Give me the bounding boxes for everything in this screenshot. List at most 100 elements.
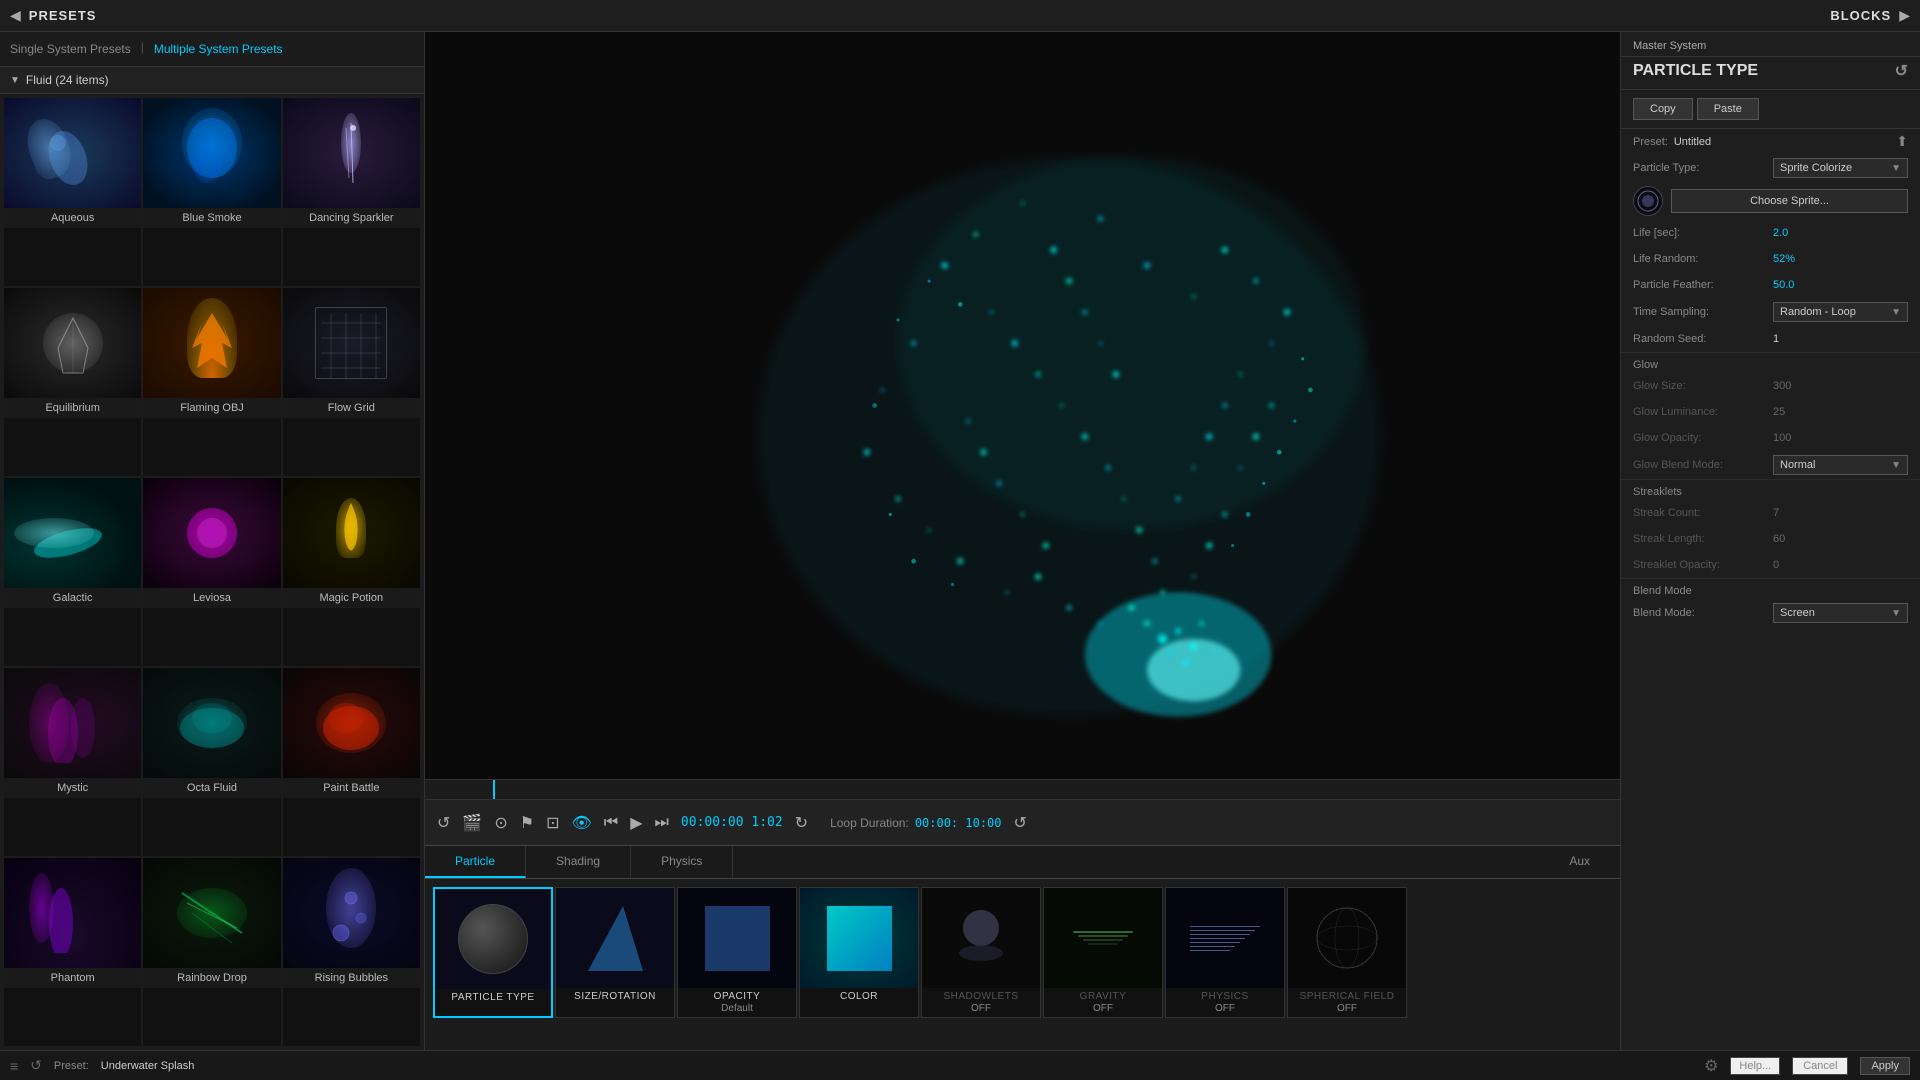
copy-button[interactable]: Copy (1633, 98, 1693, 120)
preset-item-galactic[interactable]: Galactic (4, 478, 141, 666)
module-opacity[interactable]: OPACITY Default (677, 887, 797, 1018)
preset-item-phantom[interactable]: Phantom (4, 858, 141, 1046)
glow-blend-dropdown[interactable]: Normal ▼ (1773, 455, 1908, 475)
presets-title: PRESETS (29, 8, 97, 23)
collapse-button[interactable]: ▶ (1899, 7, 1910, 24)
loop-icon[interactable]: ↻ (795, 813, 808, 833)
tab-physics[interactable]: Physics (631, 846, 733, 878)
preset-item-paint[interactable]: Paint Battle (283, 668, 420, 856)
particle-type-dropdown[interactable]: Sprite Colorize ▼ (1773, 158, 1908, 178)
streak-count-value[interactable]: 7 (1773, 507, 1908, 519)
life-random-value[interactable]: 52% (1773, 253, 1908, 265)
module-spherical[interactable]: SPHERICAL FIELD OFF (1287, 887, 1407, 1018)
preset-item-aqueous[interactable]: Aqueous (4, 98, 141, 286)
preset-label-flowgrid: Flow Grid (283, 398, 420, 418)
glow-size-row: Glow Size: 300 (1621, 373, 1920, 399)
paste-button[interactable]: Paste (1697, 98, 1759, 120)
module-size-rotation[interactable]: SIZE/ROTATION (555, 887, 675, 1018)
cancel-button-status[interactable]: Cancel (1792, 1057, 1848, 1075)
choose-sprite-button[interactable]: Choose Sprite... (1671, 189, 1908, 213)
loop-label: Loop Duration: (830, 816, 909, 830)
glow-luminance-value[interactable]: 25 (1773, 406, 1908, 418)
back-button[interactable]: ◀ (10, 7, 21, 24)
preset-item-flaming[interactable]: Flaming OBJ (143, 288, 280, 476)
loop-reset-button[interactable]: ↺ (1014, 813, 1027, 833)
glow-size-value[interactable]: 300 (1773, 380, 1908, 392)
preset-item-flowgrid[interactable]: Flow Grid (283, 288, 420, 476)
time-sampling-select[interactable]: Random - Loop ▼ (1773, 302, 1908, 322)
preset-item-octa[interactable]: Octa Fluid (143, 668, 280, 856)
glow-blend-row: Glow Blend Mode: Normal ▼ (1621, 451, 1920, 479)
time-sampling-dropdown[interactable]: Random - Loop ▼ (1773, 302, 1908, 322)
next-button[interactable]: ⏭ (655, 814, 669, 832)
timeline-indicator (493, 780, 495, 799)
preset-label-rising: Rising Bubbles (283, 968, 420, 988)
module-physics[interactable]: PHYSICS OFF (1165, 887, 1285, 1018)
preset-save-button[interactable]: ⬆ (1896, 133, 1908, 150)
multi-system-tab[interactable]: Multiple System Presets (154, 40, 283, 58)
module-sublabel-size (613, 1003, 617, 1006)
random-seed-label: Random Seed: (1633, 333, 1773, 345)
help-button[interactable]: Help... (1730, 1057, 1780, 1075)
particle-type-select[interactable]: Sprite Colorize ▼ (1773, 158, 1908, 178)
preset-item-mystic[interactable]: Mystic (4, 668, 141, 856)
module-label-physics: PHYSICS (1199, 988, 1250, 1003)
tab-particle[interactable]: Particle (425, 846, 526, 878)
prev-button[interactable]: ⏮ (604, 814, 618, 832)
life-random-row: Life Random: 52% (1621, 246, 1920, 272)
camera-button[interactable]: 🎬 (462, 813, 482, 833)
preset-item-blue-smoke[interactable]: Blue Smoke (143, 98, 280, 286)
blend-mode-select[interactable]: Screen ▼ (1773, 603, 1908, 623)
blend-mode-dropdown[interactable]: Screen ▼ (1773, 603, 1908, 623)
preset-label-dancing: Dancing Sparkler (283, 208, 420, 228)
record-button[interactable]: ⊙ (494, 813, 507, 833)
module-color[interactable]: COLOR (799, 887, 919, 1018)
preset-label-rainbow: Rainbow Drop (143, 968, 280, 988)
preset-item-leviosa[interactable]: Leviosa (143, 478, 280, 666)
apply-button[interactable]: Apply (1860, 1057, 1910, 1075)
square-icon (705, 906, 770, 971)
module-label-size: SIZE/ROTATION (572, 988, 658, 1003)
eye-button[interactable]: 👁 (571, 813, 591, 833)
glow-opacity-value[interactable]: 100 (1773, 432, 1908, 444)
flag-button[interactable]: ⚑ (520, 813, 534, 833)
status-reset-button[interactable]: ↺ (30, 1057, 42, 1074)
play-button[interactable]: ▶ (630, 813, 642, 833)
glow-blend-select[interactable]: Normal ▼ (1773, 455, 1908, 475)
preset-item-magic[interactable]: Magic Potion (283, 478, 420, 666)
preset-item-rising[interactable]: Rising Bubbles (283, 858, 420, 1046)
preset-item-rainbow[interactable]: Rainbow Drop (143, 858, 280, 1046)
color-swatch-icon (827, 906, 892, 971)
glow-luminance-label: Glow Luminance: (1633, 406, 1773, 418)
streak-length-value[interactable]: 60 (1773, 533, 1908, 545)
preset-thumbnail-galactic (4, 478, 141, 588)
tab-shading[interactable]: Shading (526, 846, 631, 878)
life-value[interactable]: 2.0 (1773, 227, 1908, 239)
preset-thumbnail-rainbow (143, 858, 280, 968)
settings-icon[interactable]: ⚙ (1704, 1056, 1718, 1076)
preset-label-blue-smoke: Blue Smoke (143, 208, 280, 228)
module-label-opacity: OPACITY (712, 988, 763, 1003)
life-random-label: Life Random: (1633, 253, 1773, 265)
reset-button-right[interactable]: ↺ (1895, 61, 1908, 81)
preset-thumbnail-phantom (4, 858, 141, 968)
tab-aux[interactable]: Aux (1539, 846, 1620, 878)
timeline-bar[interactable] (425, 779, 1620, 799)
life-label: Life [sec]: (1633, 227, 1773, 239)
crop-button[interactable]: ⊡ (546, 813, 559, 833)
preset-item-dancing[interactable]: Dancing Sparkler (283, 98, 420, 286)
right-master-system: Master System (1621, 32, 1920, 57)
streak-opacity-value[interactable]: 0 (1773, 559, 1908, 571)
module-shadowlets[interactable]: SHADOWLETS OFF (921, 887, 1041, 1018)
random-seed-value[interactable]: 1 (1773, 333, 1908, 345)
status-preset-name: Underwater Splash (101, 1060, 195, 1072)
module-particle-type[interactable]: PARTICLE TYPE (433, 887, 553, 1018)
preset-item-equilibrium[interactable]: Equilibrium (4, 288, 141, 476)
module-label-color: COLOR (838, 988, 880, 1003)
preset-label-r: Preset: (1633, 136, 1668, 148)
particle-feather-value[interactable]: 50.0 (1773, 279, 1908, 291)
module-gravity[interactable]: GRAVITY OFF (1043, 887, 1163, 1018)
reset-button[interactable]: ↺ (437, 813, 450, 833)
status-icon-left[interactable]: ≡ (10, 1058, 18, 1074)
single-system-tab[interactable]: Single System Presets (10, 40, 131, 58)
